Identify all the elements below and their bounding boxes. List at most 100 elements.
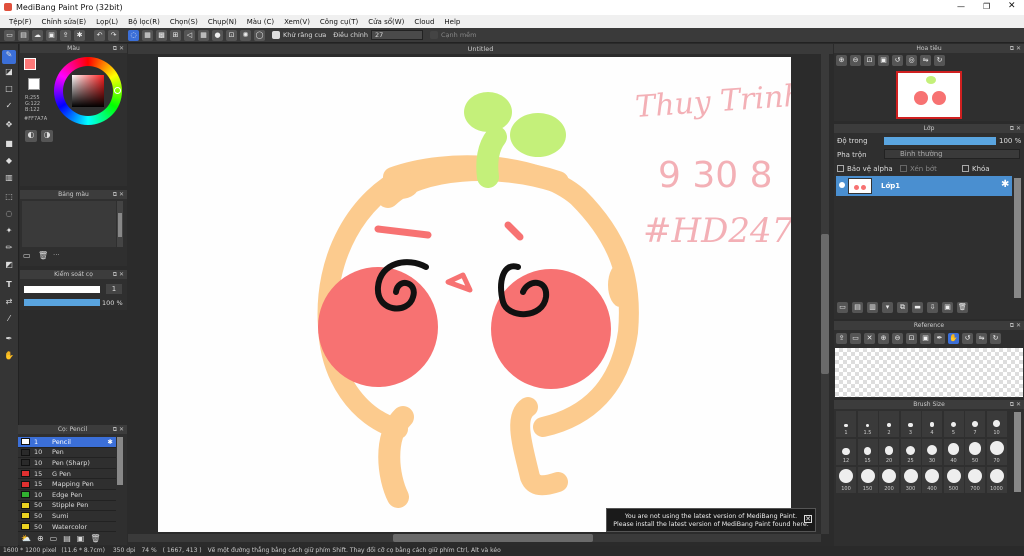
document-tab[interactable]: Untitled <box>128 44 833 54</box>
delete-brush-icon[interactable]: 🗑 <box>90 534 100 545</box>
brush-size-option[interactable]: 4 <box>922 411 942 437</box>
eraser-tool-icon[interactable]: ◪ <box>2 67 16 76</box>
brush-size-option[interactable]: 7 <box>965 411 985 437</box>
brush-size-value[interactable]: 1 <box>106 284 122 294</box>
palette-close-icon[interactable]: ⧉ ✕ <box>113 190 124 199</box>
folder-layer-icon[interactable]: ▬ <box>912 302 923 313</box>
select-all-icon[interactable]: ▦ <box>142 29 153 41</box>
copy-brush-icon[interactable]: ▭ <box>50 534 58 545</box>
palette-scrollbar[interactable] <box>117 201 123 247</box>
delete-layer-icon[interactable]: 🗑 <box>957 302 968 313</box>
magic-wand-icon[interactable]: ✦ <box>2 226 16 235</box>
palette-icon[interactable]: ◐ <box>25 130 37 142</box>
save-brush-icon[interactable]: ▣ <box>77 534 85 545</box>
flip-icon[interactable]: ◁ <box>184 29 195 41</box>
ref-rotate-right-icon[interactable]: ↻ <box>990 333 1001 344</box>
brush-item[interactable]: 15 G Pen <box>18 469 116 480</box>
menu-filter[interactable]: Bộ lọc(R) <box>123 18 165 26</box>
menu-select[interactable]: Chọn(S) <box>165 18 203 26</box>
add-color-icon[interactable]: ▭ <box>23 251 31 260</box>
menu-snap[interactable]: Chụp(N) <box>203 18 242 26</box>
new-layer-icon[interactable]: ▭ <box>837 302 848 313</box>
save-icon[interactable]: ▣ <box>46 29 57 41</box>
checkbox-soft-edge[interactable] <box>430 31 438 39</box>
background-color-swatch[interactable] <box>28 78 40 90</box>
saturation-square[interactable] <box>72 75 104 107</box>
brush-size-option[interactable]: 70 <box>986 439 1007 465</box>
close-icon[interactable]: ✕ <box>1008 1 1016 11</box>
lock-checkbox[interactable] <box>962 165 969 172</box>
reference-canvas[interactable] <box>835 348 1023 397</box>
invert-selection-icon[interactable]: ▩ <box>156 29 167 41</box>
layer-scrollbar[interactable] <box>1014 178 1021 298</box>
select-tool-icon[interactable]: ⬚ <box>2 192 16 201</box>
select-eraser-icon[interactable]: ◩ <box>2 260 16 269</box>
menu-file[interactable]: Tệp(F) <box>4 18 37 26</box>
brush-size-option[interactable]: 150 <box>857 467 878 493</box>
hand-tool-icon[interactable]: ✋ <box>2 351 16 360</box>
brush-size-option[interactable]: 200 <box>879 467 899 493</box>
text-tool-icon[interactable]: T <box>2 280 16 289</box>
brush-size-grid[interactable]: 1 1.5 2 3 4 5 7 10 12 15 20 25 30 40 50 70 100 150 200 300 4… <box>836 411 1012 493</box>
foreground-color-swatch[interactable] <box>24 58 36 70</box>
rotate-right-icon[interactable]: ↻ <box>934 55 945 66</box>
select-pen-icon[interactable]: ✏ <box>2 243 16 252</box>
brush-size-close-icon[interactable]: ⧉ ✕ <box>1010 400 1021 409</box>
ref-zoom-out-icon[interactable]: ⊖ <box>892 333 903 344</box>
correction-select[interactable]: 27 <box>371 30 423 40</box>
brush-panel-close-icon[interactable]: ⧉ ✕ <box>113 425 124 434</box>
layer-row[interactable]: Lớp1 ✱ <box>836 176 1012 196</box>
brush-size-slider[interactable] <box>24 286 100 293</box>
menu-tools[interactable]: Công cụ(T) <box>315 18 363 26</box>
brush-item[interactable]: 10 Pen <box>18 448 116 459</box>
hue-handle[interactable] <box>114 87 121 94</box>
brush-size-option[interactable]: 1 <box>836 411 856 437</box>
layer-property-icon[interactable]: ▣ <box>942 302 953 313</box>
delete-color-icon[interactable]: 🗑 <box>38 251 48 260</box>
navigator-close-icon[interactable]: ⧉ ✕ <box>1010 44 1021 53</box>
share-icon[interactable]: ⇪ <box>60 29 71 41</box>
brush-size-option[interactable]: 300 <box>900 467 921 493</box>
ref-actual-icon[interactable]: ▣ <box>920 333 931 344</box>
horizontal-scrollbar[interactable] <box>128 534 821 542</box>
navigator-preview[interactable] <box>896 71 962 119</box>
new-file-icon[interactable]: ▭ <box>4 29 15 41</box>
cloud-brush-icon[interactable]: ⛅ <box>21 534 31 545</box>
add-brush-icon[interactable]: ⊕ <box>37 534 44 545</box>
brush-tool-icon[interactable]: ✎ <box>2 50 16 64</box>
maximize-icon[interactable]: ❐ <box>983 2 990 11</box>
menu-cloud[interactable]: Cloud <box>409 18 439 26</box>
merge-down-icon[interactable]: ⇩ <box>927 302 938 313</box>
brush-size-option[interactable]: 20 <box>879 439 899 465</box>
brush-size-option[interactable]: 10 <box>986 411 1007 437</box>
snap-icon[interactable]: ⊡ <box>226 29 237 41</box>
brush-item[interactable]: 15 Mapping Pen <box>18 479 116 490</box>
redo-icon[interactable]: ↷ <box>108 29 119 41</box>
menu-help[interactable]: Help <box>439 18 465 26</box>
minimize-icon[interactable]: — <box>957 2 965 11</box>
reset-rotation-icon[interactable]: ◎ <box>906 55 917 66</box>
layer-opacity-slider[interactable] <box>884 137 996 145</box>
visibility-icon[interactable] <box>839 182 845 188</box>
settings-icon[interactable]: ✱ <box>74 29 85 41</box>
circle-guide-icon[interactable]: ● <box>212 29 223 41</box>
brush-size-option[interactable]: 400 <box>922 467 942 493</box>
ref-eyedropper-icon[interactable]: ✒ <box>934 333 945 344</box>
brush-size-option[interactable]: 700 <box>965 467 985 493</box>
gear-snap-icon[interactable]: ✺ <box>240 29 251 41</box>
brush-size-option[interactable]: 25 <box>900 439 921 465</box>
more-icon[interactable]: ··· <box>53 251 60 259</box>
brush-size-option[interactable]: 15 <box>857 439 878 465</box>
menu-layer[interactable]: Lọp(L) <box>91 18 123 26</box>
brush-size-option[interactable]: 3 <box>900 411 921 437</box>
update-notice[interactable]: You are not using the latest version of … <box>606 508 816 532</box>
fit-icon[interactable]: ⊡ <box>864 55 875 66</box>
brush-size-option[interactable]: 1000 <box>986 467 1007 493</box>
brush-item[interactable]: 10 Edge Pen <box>18 490 116 501</box>
ref-flip-icon[interactable]: ⇋ <box>976 333 987 344</box>
lasso-tool-icon[interactable]: ◌ <box>2 209 16 218</box>
notice-close-icon[interactable]: ✕ <box>804 515 812 523</box>
brush-size-option[interactable]: 30 <box>922 439 942 465</box>
panel-close-icon[interactable]: ⧉ ✕ <box>113 44 124 53</box>
brush-size-option[interactable]: 5 <box>943 411 964 437</box>
